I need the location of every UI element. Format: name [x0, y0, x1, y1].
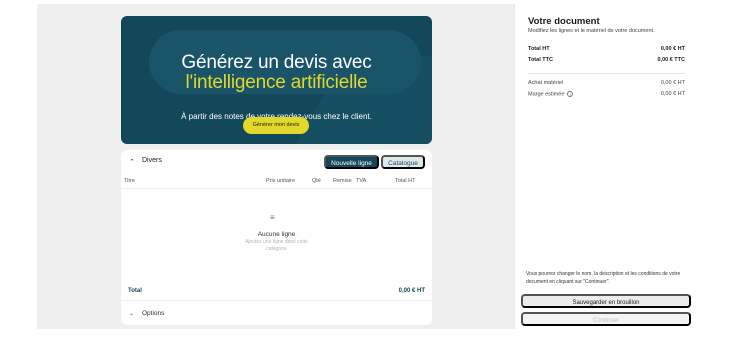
total-ht-value: 0,00 € HT	[660, 46, 685, 52]
right-margin	[696, 4, 730, 329]
total-ht-label: Total HT	[528, 46, 550, 52]
estimated-margin-text: Marge estimée	[528, 91, 565, 98]
section-total-value: 0,00 € HT	[398, 288, 425, 294]
total-ttc-value: 0,00 € TTC	[657, 57, 685, 63]
chevron-up-icon[interactable]: ⌃	[129, 158, 135, 166]
banner-title-line2: l'intelligence artificielle	[185, 72, 368, 93]
estimated-margin-label: Marge estimée i	[528, 91, 574, 98]
column-header-quantity: Qté	[312, 178, 321, 184]
column-header-discount: Remise	[333, 178, 352, 184]
section-total-label: Total	[128, 288, 142, 294]
material-purchase-value: 0,00 € HT	[660, 80, 685, 86]
empty-state-title: Aucune ligne	[257, 231, 296, 238]
total-divider	[121, 300, 432, 301]
section-card: ⌃ Divers Nouvelle ligne Catalogue Titre …	[121, 150, 432, 325]
continue-button[interactable]: Continuer	[521, 312, 691, 326]
column-header-unit-price: Prix unitaire	[266, 178, 296, 184]
estimated-margin-value: 0,00 € HT	[660, 91, 685, 97]
generate-quote-button[interactable]: Générer mon devis	[243, 117, 309, 134]
section-title: Divers	[142, 157, 162, 164]
page: Générez un devis avec l'intelligence art…	[0, 0, 730, 350]
column-header-vat: TVA	[356, 178, 367, 184]
empty-state-description: Ajoutez une ligne dans cette catégorie	[245, 239, 308, 252]
new-line-button[interactable]: Nouvelle ligne	[324, 155, 379, 169]
chevron-down-icon[interactable]: ⌄	[129, 310, 134, 317]
options-toggle[interactable]: Options	[142, 310, 164, 317]
column-header-total-ht: Total HT	[395, 178, 416, 184]
panel-divider	[514, 4, 515, 329]
list-icon: ≡	[270, 213, 275, 222]
save-draft-button[interactable]: Sauvegarder en brouillon	[521, 294, 691, 308]
totals-divider	[528, 73, 685, 74]
document-subtitle: Modifiez les lignes et le matériel de vo…	[528, 28, 655, 34]
total-ttc-label: Total TTC	[528, 57, 553, 63]
info-icon[interactable]: i	[567, 91, 574, 97]
section-header[interactable]: ⌃ Divers Nouvelle ligne Catalogue	[121, 150, 432, 174]
catalog-button[interactable]: Catalogue	[381, 155, 425, 169]
left-gutter	[0, 0, 37, 350]
continue-hint: Vous pourrez changer le nom, la descript…	[526, 271, 681, 285]
bottom-band	[37, 329, 514, 350]
header-divider	[121, 188, 432, 189]
document-title: Votre document	[528, 16, 600, 27]
material-purchase-label: Achat matériel	[528, 80, 564, 86]
column-header-title: Titre	[124, 178, 135, 184]
banner-title-line1: Générez un devis avec	[181, 52, 372, 73]
